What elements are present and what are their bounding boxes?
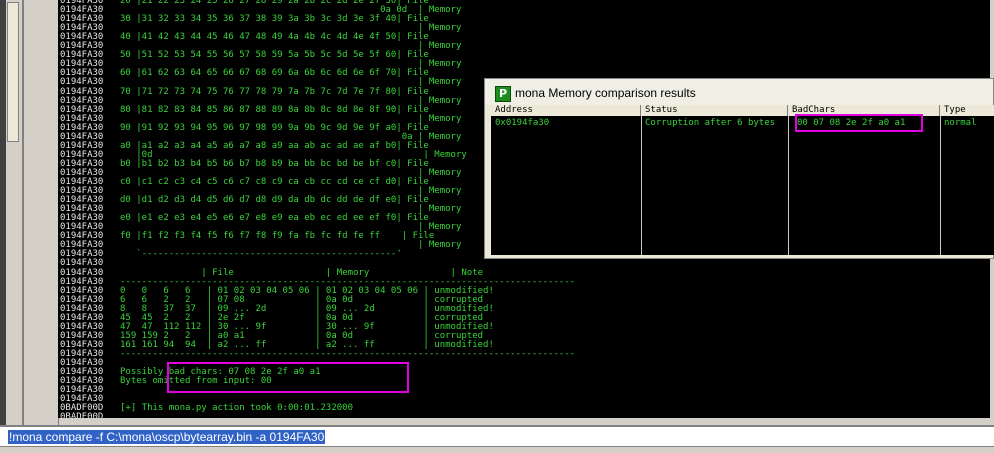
pane-border [0,0,6,425]
column-header-type[interactable]: Type [940,105,994,116]
log-address: 0BADF00D [60,412,104,418]
bad-chars-highlight [167,362,409,393]
column-header-address[interactable]: Address [491,105,641,116]
column-divider [940,116,941,255]
log-line: [+] This mona.py action took 0:00:01.232… [120,403,353,414]
column-header-status[interactable]: Status [641,105,788,116]
left-scroll-pane [0,0,59,425]
log-line: `---------------------------------------… [120,249,402,260]
window-title: mona Memory comparison results [515,86,696,100]
scrollbar-thumb[interactable] [7,2,19,142]
column-divider [788,116,789,255]
command-input[interactable]: !mona compare -f C:\mona\oscp\bytearray.… [8,430,326,444]
column-divider [641,116,642,255]
cell-type: normal [944,118,977,128]
badchars-highlight [795,114,923,132]
command-bar[interactable]: !mona compare -f C:\mona\oscp\bytearray.… [0,425,994,447]
memory-comparison-window[interactable]: P mona Memory comparison results Address… [484,78,994,259]
cell-status: Corruption after 6 bytes [645,118,776,128]
cell-address: 0x0194fa30 [495,118,550,128]
mona-icon: P [495,86,511,102]
window-titlebar[interactable]: P mona Memory comparison results [485,79,993,105]
pane-divider [22,0,24,425]
results-table[interactable]: Address Status BadChars Type 0x0194fa30 … [491,105,994,255]
log-line: ----------------------------------------… [120,348,576,359]
